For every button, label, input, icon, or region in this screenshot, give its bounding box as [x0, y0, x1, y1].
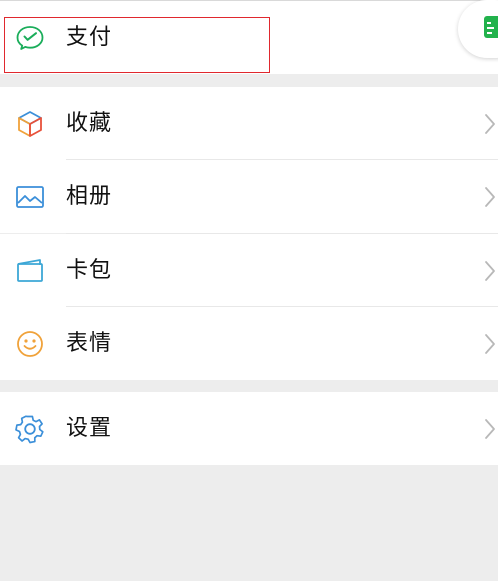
chevron-right-icon	[484, 260, 496, 282]
menu-item-stickers[interactable]: 表情	[0, 307, 498, 380]
menu-label-favorites: 收藏	[66, 110, 113, 136]
menu-label-stickers: 表情	[66, 330, 113, 356]
menu-item-pay[interactable]: 支付	[0, 1, 498, 74]
chevron-right-icon	[484, 418, 496, 440]
me-page: 支付 收藏 相册 卡包 表情 设置	[0, 0, 498, 581]
picture-icon	[14, 181, 46, 213]
menu-item-album[interactable]: 相册	[0, 160, 498, 233]
chevron-right-icon	[484, 113, 496, 135]
menu-label-album: 相册	[66, 183, 113, 209]
menu-item-settings[interactable]: 设置	[0, 392, 498, 465]
gear-icon	[14, 413, 46, 445]
wechat-pay-icon	[14, 22, 46, 54]
cube-icon	[14, 108, 46, 140]
smiley-icon	[14, 328, 46, 360]
menu-item-favorites[interactable]: 收藏	[0, 87, 498, 160]
menu-label-cards: 卡包	[66, 257, 113, 283]
menu-label-pay: 支付	[66, 24, 113, 50]
chevron-right-icon	[484, 186, 496, 208]
chevron-right-icon	[484, 333, 496, 355]
menu-item-cards[interactable]: 卡包	[0, 234, 498, 307]
menu-label-settings: 设置	[66, 415, 113, 441]
wallet-icon	[14, 255, 46, 287]
floating-note-icon	[484, 16, 498, 38]
